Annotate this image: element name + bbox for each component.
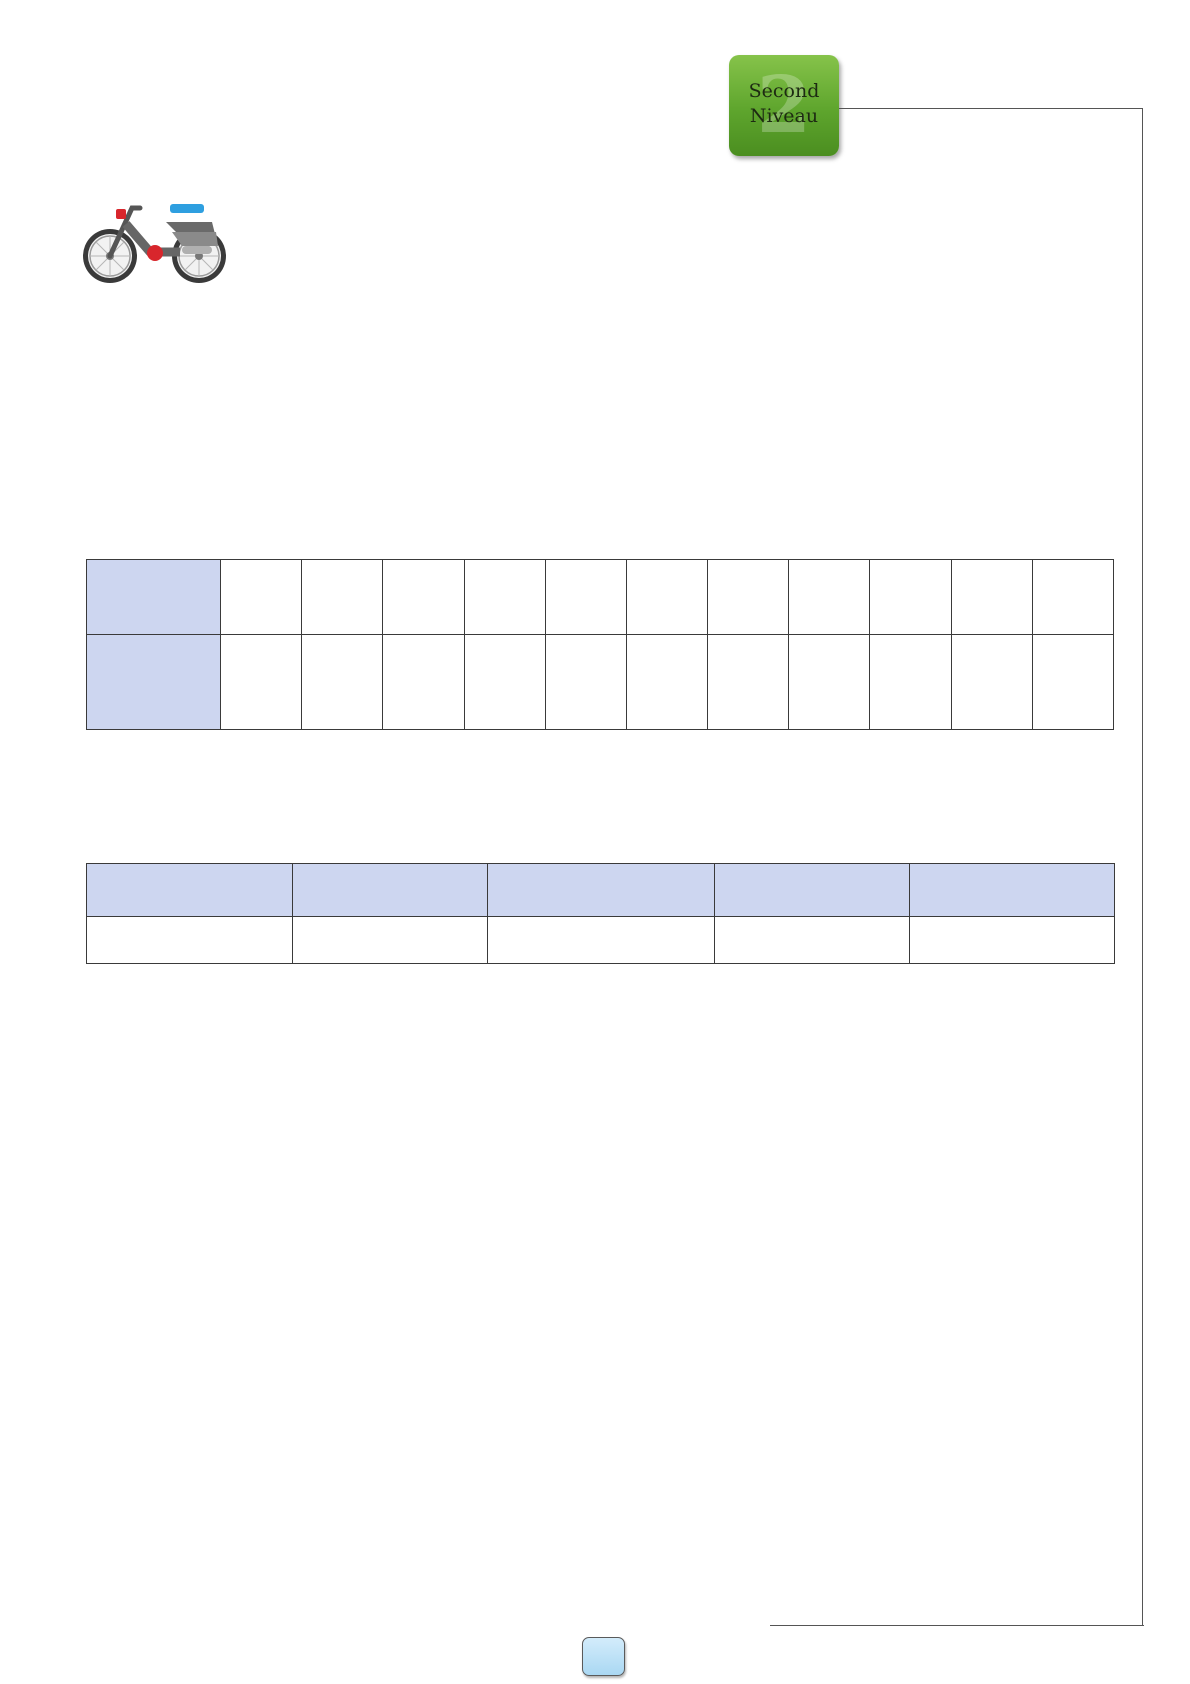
- table-one-cell: [382, 634, 465, 730]
- table-two-header-cell: [487, 863, 715, 917]
- table-one-header-cell: [86, 559, 221, 635]
- table-one-cell: [1031, 559, 1115, 635]
- table-one-header-cell: [86, 634, 221, 730]
- table-one-cell: [625, 634, 709, 730]
- table-two-cell: [487, 916, 715, 964]
- frame-right-line: [1142, 108, 1143, 1626]
- table-two-cell: [909, 916, 1115, 964]
- table-two-header-cell: [86, 863, 293, 917]
- table-one-cell: [219, 634, 303, 730]
- table-two-header-cell: [714, 863, 910, 917]
- table-one-cell: [869, 559, 952, 635]
- level-label-line2: Niveau: [749, 105, 819, 127]
- table-two-header-cell: [292, 863, 488, 917]
- level-badge: 2 Second Niveau: [729, 55, 839, 156]
- data-table-two: [86, 863, 1115, 964]
- table-one-row: [86, 559, 1115, 635]
- table-one-cell: [463, 634, 546, 730]
- table-one-cell: [707, 634, 790, 730]
- table-one-cell: [382, 559, 465, 635]
- table-two-header-row: [86, 863, 1115, 917]
- level-label-line1: Second: [748, 80, 820, 102]
- table-two-header-cell: [909, 863, 1115, 917]
- moped-icon: [83, 204, 226, 283]
- table-one-cell: [625, 559, 709, 635]
- table-one-cell: [707, 559, 790, 635]
- table-one-cell: [869, 634, 952, 730]
- table-one-cell: [544, 559, 627, 635]
- table-two-cell: [714, 916, 910, 964]
- table-two-cell: [292, 916, 488, 964]
- table-one-cell: [463, 559, 546, 635]
- table-one-row: [86, 634, 1115, 730]
- frame-bottom-line: [770, 1625, 1144, 1626]
- level-label: Second Niveau: [729, 79, 839, 129]
- table-one-cell: [301, 634, 384, 730]
- table-one-cell: [544, 634, 627, 730]
- table-two-cell: [86, 916, 293, 964]
- frame-top-line: [839, 108, 1143, 109]
- table-one-cell: [950, 634, 1033, 730]
- page-number-tab: [582, 1637, 625, 1676]
- table-one-cell: [301, 559, 384, 635]
- table-one-cell: [1031, 634, 1115, 730]
- table-two-row: [86, 916, 1115, 964]
- table-one-cell: [950, 559, 1033, 635]
- data-table-one: [86, 559, 1115, 730]
- table-one-cell: [788, 559, 871, 635]
- table-one-cell: [788, 634, 871, 730]
- table-one-cell: [219, 559, 303, 635]
